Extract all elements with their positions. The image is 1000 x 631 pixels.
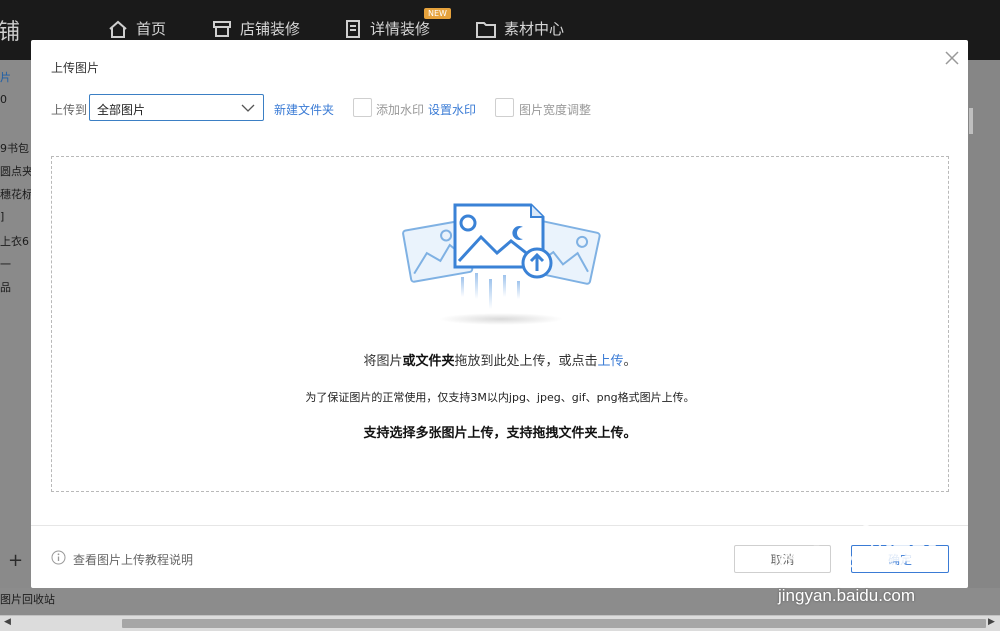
upload-to-label: 上传到 [51,103,88,117]
upload-drop-zone[interactable]: 将图片或文件夹拖放到此处上传，或点击上传。 为了保证图片的正常使用，仅支持3M以… [51,156,949,492]
multi-upload-note: 支持选择多张图片上传，支持拖拽文件夹上传。 [363,426,637,441]
horizontal-scrollbar[interactable]: ◀ ▶ [0,615,1000,631]
drop-instruction-suffix: 。 [623,354,637,369]
nav-detail-decoration[interactable]: 详情装修 [344,18,430,39]
dialog-title: 上传图片 [51,61,100,75]
new-badge: NEW [424,8,451,19]
drop-instruction-prefix: 将图片 [363,354,403,369]
sidebar-fragment[interactable]: 片 [0,69,11,85]
sidebar-fragment[interactable]: 9书包 [0,140,29,156]
background-bottom-bar [0,588,1000,615]
upload-image-illustration-icon [402,203,601,325]
nav-detail-decoration-label: 详情装修 [370,20,431,38]
scrollbar-thumb[interactable] [122,619,986,628]
nav-home-label: 首页 [136,20,167,38]
sidebar-fragment[interactable]: ] [0,210,4,223]
confirm-button[interactable]: 确定 [851,545,949,573]
add-folder-plus-icon[interactable]: + [8,550,23,571]
sidebar-fragment[interactable]: 穗花标 [0,186,33,202]
upload-tutorial-link[interactable]: 查看图片上传教程说明 [73,551,193,568]
app-logo: 铺 [0,20,21,45]
sidebar-fragment[interactable]: 品 [0,279,11,295]
shop-icon [213,20,231,37]
add-watermark-checkbox[interactable] [353,98,372,117]
format-note: 为了保证图片的正常使用，仅支持3M以内jpg、jpeg、gif、png格式图片上… [305,391,695,404]
sidebar-fragment[interactable]: 一 [0,256,11,272]
drop-instruction-middle: 拖放到此处上传，或点击 [454,354,598,369]
footer-divider [31,525,968,526]
chevron-down-icon [241,104,255,112]
sidebar-fragment[interactable]: 0 [0,93,7,106]
nav-shop-decoration[interactable]: 店铺装修 [212,18,300,39]
folder-icon [476,21,496,38]
width-adjust-checkbox[interactable] [495,98,514,117]
nav-home[interactable]: 首页 [108,18,166,39]
recycle-bin-link[interactable]: 图片回收站 [0,591,55,607]
add-watermark-label: 添加水印 [376,103,425,117]
upload-image-dialog: 上传图片 上传到 全部图片 新建文件夹 添加水印 设置水印 图片宽度调整 将图片… [31,40,968,588]
scroll-left-arrow-icon[interactable]: ◀ [4,617,11,627]
drop-instruction-bold: 或文件夹 [402,354,455,369]
home-icon [109,20,127,38]
info-icon [51,550,66,565]
background-side-button[interactable] [969,108,973,134]
cancel-button[interactable]: 取消 [734,545,831,573]
upload-link[interactable]: 上传 [598,354,624,369]
nav-shop-decoration-label: 店铺装修 [240,20,301,38]
nav-material-center-label: 素材中心 [504,20,565,38]
target-folder-value: 全部图片 [97,103,146,117]
sidebar-fragment[interactable]: 圆点夹 [0,163,33,179]
background-right-strip [968,60,1000,615]
sidebar-fragment[interactable]: 上衣6 [0,233,29,249]
new-folder-link[interactable]: 新建文件夹 [274,101,334,118]
set-watermark-link[interactable]: 设置水印 [428,101,476,118]
document-icon [346,19,360,38]
upload-toolbar: 上传到 全部图片 新建文件夹 添加水印 设置水印 图片宽度调整 [51,94,951,122]
nav-material-center[interactable]: 素材中心 [476,18,564,39]
drop-instruction: 将图片或文件夹拖放到此处上传，或点击上传。 [52,350,948,369]
width-adjust-label: 图片宽度调整 [519,103,592,117]
scroll-right-arrow-icon[interactable]: ▶ [988,617,995,627]
close-icon[interactable] [942,48,962,68]
target-folder-select[interactable]: 全部图片 [89,94,264,121]
